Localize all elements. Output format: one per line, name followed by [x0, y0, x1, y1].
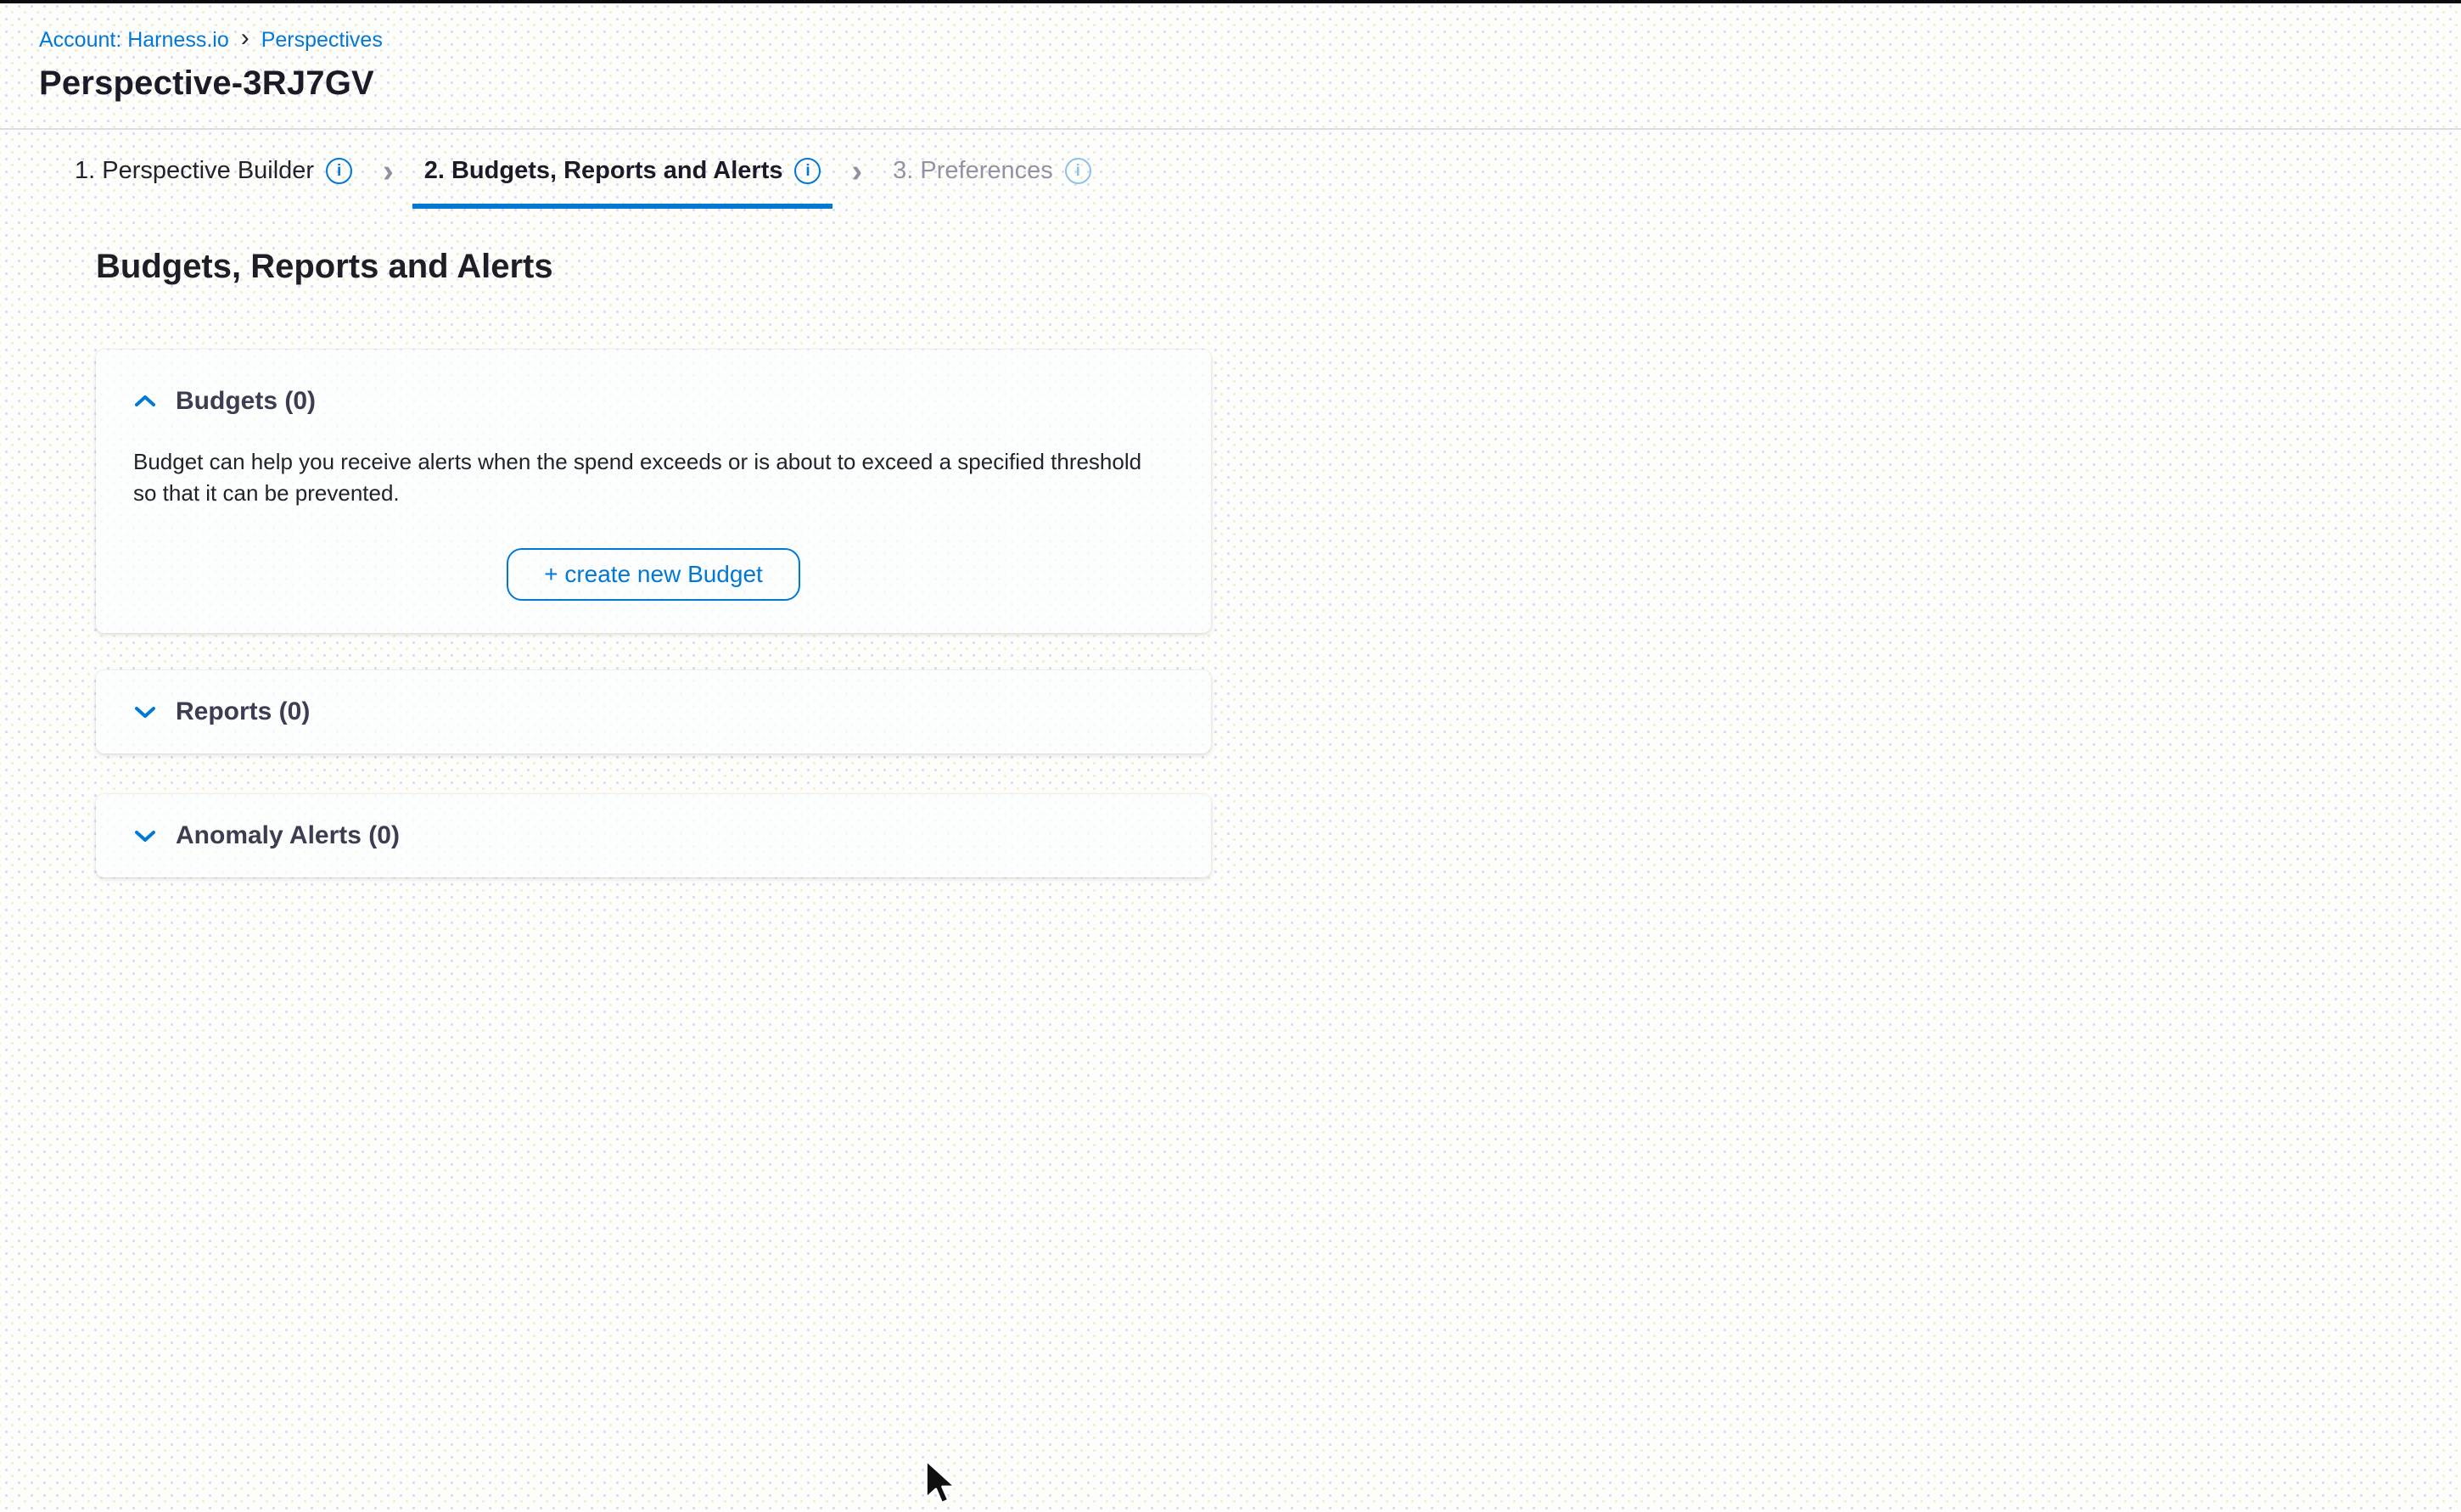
- info-icon[interactable]: i: [1065, 158, 1091, 184]
- anomaly-alerts-collapse-toggle[interactable]: Anomaly Alerts (0): [133, 821, 1174, 850]
- budgets-collapse-toggle[interactable]: Budgets (0): [133, 387, 1174, 416]
- tab-perspective-builder[interactable]: 1. Perspective Builder i: [63, 154, 364, 209]
- main-content: Budgets, Reports and Alerts Budgets (0) …: [96, 248, 1211, 877]
- chevron-right-icon: ›: [383, 154, 394, 188]
- breadcrumb-account-link[interactable]: Account: Harness.io: [39, 28, 229, 53]
- wizard-tabs: 1. Perspective Builder i › 2. Budgets, R…: [0, 130, 2461, 209]
- reports-card: Reports (0): [96, 670, 1211, 753]
- tab-budgets-reports-alerts[interactable]: 2. Budgets, Reports and Alerts i: [412, 154, 833, 209]
- tab-label: 2. Budgets, Reports and Alerts: [424, 157, 783, 185]
- budgets-title: Budgets (0): [176, 387, 316, 416]
- reports-title: Reports (0): [176, 697, 310, 726]
- chevron-right-icon: ›: [851, 154, 862, 188]
- section-heading: Budgets, Reports and Alerts: [96, 248, 1211, 286]
- chevron-down-icon: [133, 704, 157, 720]
- reports-collapse-toggle[interactable]: Reports (0): [133, 697, 1174, 726]
- anomaly-alerts-title: Anomaly Alerts (0): [176, 821, 400, 850]
- page-header: Account: Harness.io › Perspectives Persp…: [0, 3, 2461, 130]
- budgets-card: Budgets (0) Budget can help you receive …: [96, 350, 1211, 633]
- create-new-budget-button[interactable]: + create new Budget: [507, 548, 800, 601]
- page: { "colors": { "accent": "#0278d5", "titl…: [0, 0, 2461, 1512]
- info-icon[interactable]: i: [326, 158, 352, 184]
- info-icon[interactable]: i: [794, 158, 821, 184]
- breadcrumb-separator-icon: ›: [241, 25, 249, 54]
- mouse-cursor-icon: [922, 1458, 959, 1507]
- anomaly-alerts-card: Anomaly Alerts (0): [96, 794, 1211, 877]
- breadcrumb: Account: Harness.io › Perspectives: [39, 25, 2422, 54]
- tab-label: 3. Preferences: [893, 157, 1053, 185]
- page-title: Perspective-3RJ7GV: [39, 64, 2422, 103]
- budgets-description: Budget can help you receive alerts when …: [133, 446, 1164, 509]
- chevron-up-icon: [133, 394, 157, 409]
- breadcrumb-perspectives-link[interactable]: Perspectives: [261, 28, 383, 53]
- tab-preferences[interactable]: 3. Preferences i: [881, 154, 1103, 209]
- tab-label: 1. Perspective Builder: [75, 157, 314, 185]
- chevron-down-icon: [133, 828, 157, 843]
